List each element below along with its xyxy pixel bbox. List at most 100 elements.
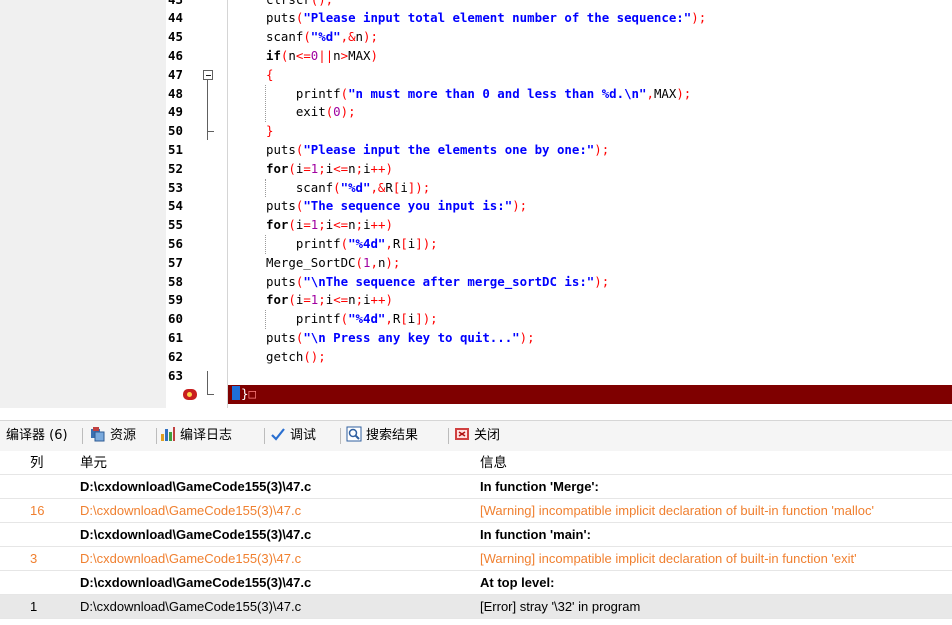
line-number: 48 [168, 85, 183, 101]
tab-search-results-label: 搜索结果 [366, 428, 419, 443]
line-number: 54 [168, 198, 183, 214]
tab-debug[interactable]: 调试 [270, 425, 316, 447]
message-row[interactable]: D:\cxdownload\GameCode155(3)\47.c In func… [0, 523, 952, 547]
code-area[interactable]: clrscr();puts("Please input total elemen… [228, 0, 952, 408]
message-row[interactable]: D:\cxdownload\GameCode155(3)\47.c At top … [0, 571, 952, 595]
line-number [168, 385, 202, 404]
tab-resources-label: 资源 [110, 428, 137, 443]
code-line[interactable]: clrscr(); [228, 0, 952, 9]
line-number: 55 [168, 217, 183, 233]
tab-separator [340, 428, 341, 444]
code-line[interactable]: for(i=1;i<=n;i++) [228, 291, 952, 310]
table-header: 列 单元 信息 [0, 451, 952, 475]
tab-compiler[interactable]: 编译器 (6) [6, 425, 68, 447]
code-line[interactable]: for(i=1;i<=n;i++) [228, 160, 952, 179]
code-line-text: for(i=1;i<=n;i++) [266, 160, 393, 176]
line-number: 52 [168, 160, 183, 176]
line-number: 46 [168, 47, 183, 63]
close-panel-icon [454, 426, 470, 442]
tab-separator [82, 428, 83, 444]
code-line-text: puts("\nThe sequence after merge_sortDC … [266, 273, 610, 289]
code-line-text: puts("The sequence you input is:"); [266, 198, 528, 214]
indent-guide [265, 84, 266, 123]
column-header-unit[interactable]: 单元 [80, 451, 107, 474]
fold-range-end [207, 131, 214, 133]
line-number: 43 [168, 0, 202, 9]
message-row[interactable]: 1 D:\cxdownload\GameCode155(3)\47.c [Error… [0, 595, 952, 619]
message-text: In function 'Merge': [480, 479, 599, 494]
message-panel-tabbar: 编译器 (6) 资源 编译日志 调试 搜索结果 关闭 [0, 420, 952, 452]
code-line[interactable]: puts("\nThe sequence after merge_sortDC … [228, 273, 952, 292]
fold-collapse-icon[interactable] [203, 69, 213, 80]
search-results-icon [346, 426, 362, 442]
code-line-text: }□ [232, 385, 256, 404]
line-number: 63 [168, 367, 183, 383]
message-text: [Warning] incompatible implicit declarat… [480, 551, 857, 566]
tab-compile-log[interactable]: 编译日志 [160, 425, 232, 447]
code-line-text: if(n<=0||n>MAX) [266, 47, 378, 63]
indent-guide [265, 234, 266, 254]
code-line[interactable]: puts("Please input total element number … [228, 9, 952, 28]
code-line[interactable]: if(n<=0||n>MAX) [228, 47, 952, 66]
line-number: 60 [168, 311, 183, 327]
code-line[interactable]: puts("\n Press any key to quit..."); [228, 329, 952, 348]
code-line[interactable]: puts("Please input the elements one by o… [228, 141, 952, 160]
message-column-number: 1 [30, 599, 38, 614]
tab-separator [264, 428, 265, 444]
message-unit-path: D:\cxdownload\GameCode155(3)\47.c [80, 479, 312, 494]
message-unit-path: D:\cxdownload\GameCode155(3)\47.c [80, 575, 312, 590]
line-number: 59 [168, 292, 183, 308]
line-number: 58 [168, 273, 183, 289]
tab-debug-label: 调试 [290, 428, 317, 443]
line-number: 56 [168, 235, 183, 251]
message-text: In function 'main': [480, 527, 591, 542]
debug-check-icon [270, 426, 286, 442]
message-row[interactable]: 16 D:\cxdownload\GameCode155(3)\47.c [Warn… [0, 499, 952, 523]
code-line[interactable]: printf("%4d",R[i]); [228, 310, 952, 329]
message-unit-path: D:\cxdownload\GameCode155(3)\47.c [80, 599, 302, 614]
code-line[interactable]: printf("n must more than 0 and less than… [228, 85, 952, 104]
tab-compiler-label: 编译器 (6) [6, 428, 68, 443]
code-editor[interactable]: clrscr();puts("Please input total elemen… [0, 0, 952, 408]
code-line[interactable]: getch(); [228, 348, 952, 367]
message-unit-path: D:\cxdownload\GameCode155(3)\47.c [80, 527, 312, 542]
message-text: [Error] stray '\32' in program [480, 599, 641, 614]
column-header-col[interactable]: 列 [30, 451, 44, 474]
message-unit-path: D:\cxdownload\GameCode155(3)\47.c [80, 503, 302, 518]
code-line[interactable]: }□ [228, 385, 952, 405]
code-line[interactable]: } [228, 122, 952, 141]
resources-icon [90, 426, 106, 442]
code-line[interactable]: scanf("%d",&n); [228, 28, 952, 47]
code-line[interactable]: exit(0); [228, 103, 952, 122]
tab-resources[interactable]: 资源 [90, 425, 136, 447]
tab-separator [156, 428, 157, 444]
message-row[interactable]: D:\cxdownload\GameCode155(3)\47.c In func… [0, 475, 952, 499]
code-line-text: clrscr(); [266, 0, 333, 9]
column-header-message[interactable]: 信息 [480, 451, 507, 474]
line-number: 50 [168, 123, 183, 139]
code-line-text: Merge_SortDC(1,n); [266, 254, 401, 270]
line-number: 49 [168, 104, 183, 120]
code-line[interactable]: scanf("%d",&R[i]); [228, 179, 952, 198]
code-line-text: puts("Please input the elements one by o… [266, 141, 610, 157]
tab-search-results[interactable]: 搜索结果 [346, 425, 418, 447]
line-number: 47 [168, 66, 183, 82]
code-line-text: printf("%4d",R[i]); [295, 311, 438, 327]
tab-close[interactable]: 关闭 [454, 425, 500, 447]
code-line-text: puts("Please input total element number … [266, 10, 707, 26]
code-line-text: scanf("%d",&R[i]); [295, 179, 431, 195]
code-line[interactable]: Merge_SortDC(1,n); [228, 254, 952, 273]
code-line-text: for(i=1;i<=n;i++) [266, 217, 393, 233]
code-line-text: { [266, 66, 274, 82]
code-line[interactable] [228, 367, 952, 386]
line-number: 51 [168, 141, 183, 157]
code-line[interactable]: for(i=1;i<=n;i++) [228, 216, 952, 235]
code-line[interactable]: { [228, 66, 952, 85]
code-line-text: getch(); [266, 348, 326, 364]
code-line[interactable]: printf("%4d",R[i]); [228, 235, 952, 254]
code-line[interactable]: puts("The sequence you input is:"); [228, 197, 952, 216]
fold-range-end [207, 394, 214, 396]
message-row[interactable]: 3 D:\cxdownload\GameCode155(3)\47.c [Warni… [0, 547, 952, 571]
indent-guide [265, 310, 266, 329]
fold-range-line [207, 370, 208, 396]
